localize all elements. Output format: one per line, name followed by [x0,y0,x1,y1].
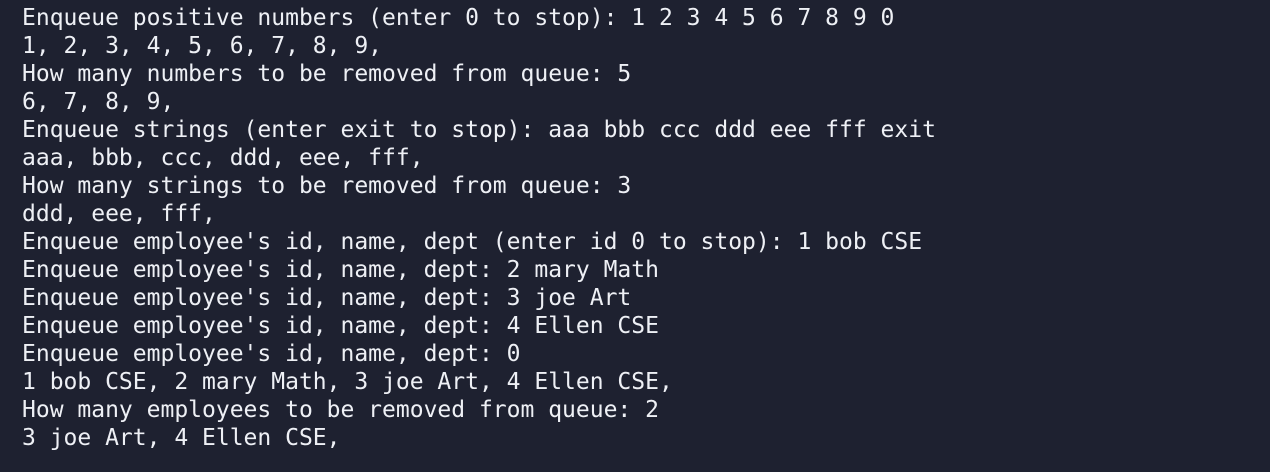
terminal-line-numbers-remove-prompt: How many numbers to be removed from queu… [22,61,632,87]
terminal-line-employee-prompt-4: Enqueue employee's id, name, dept: 4 Ell… [22,313,659,339]
terminal-line-numbers-prompt: Enqueue positive numbers (enter 0 to sto… [22,5,895,31]
terminal-line-strings-remove-prompt: How many strings to be removed from queu… [22,173,632,199]
terminal-line-strings-remaining: ddd, eee, fff, [22,201,216,227]
terminal-output[interactable]: Enqueue positive numbers (enter 0 to sto… [0,0,1270,472]
terminal-line-employee-prompt-3: Enqueue employee's id, name, dept: 3 joe… [22,285,632,311]
terminal-line-employee-queue: 1 bob CSE, 2 mary Math, 3 joe Art, 4 Ell… [22,369,673,395]
terminal-line-strings-prompt: Enqueue strings (enter exit to stop): aa… [22,117,936,143]
terminal-line-employee-prompt-2: Enqueue employee's id, name, dept: 2 mar… [22,257,659,283]
terminal-line-numbers-queue: 1, 2, 3, 4, 5, 6, 7, 8, 9, [22,33,383,59]
terminal-line-employee-remove-prompt: How many employees to be removed from qu… [22,397,659,423]
terminal-line-employee-prompt-1: Enqueue employee's id, name, dept (enter… [22,229,923,255]
terminal-line-strings-queue: aaa, bbb, ccc, ddd, eee, fff, [22,145,424,171]
terminal-line-numbers-remaining: 6, 7, 8, 9, [22,89,175,115]
terminal-line-employee-remaining: 3 joe Art, 4 Ellen CSE, [22,425,341,451]
terminal-line-employee-prompt-stop: Enqueue employee's id, name, dept: 0 [22,341,521,367]
